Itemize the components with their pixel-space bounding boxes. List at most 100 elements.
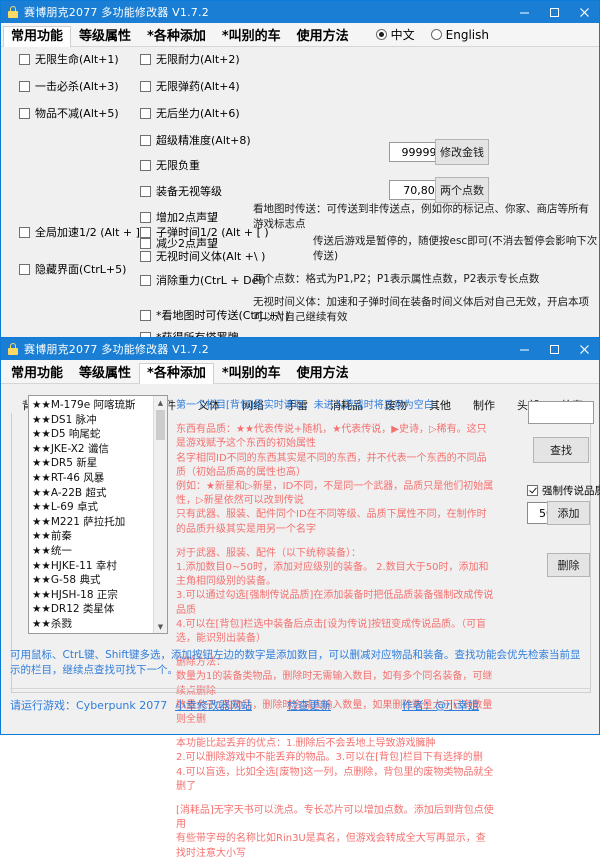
note-equipment-4: 4.可以在[背包]栏选中装备后点击[设为传说]按钮变成传说品质。（可盲选，能识别… [176, 618, 487, 645]
maximize-icon[interactable] [539, 1, 569, 23]
checkbox-one-hit-kill[interactable]: 一击必杀(Alt+3) [19, 81, 119, 93]
checkbox-icon[interactable] [140, 135, 151, 146]
search-button[interactable]: 查找 [533, 437, 589, 463]
list-scrollbar[interactable]: ▲ ▼ [153, 396, 167, 633]
modifier-website-link[interactable]: 小幸修改器网站 [175, 697, 252, 713]
radio-english-icon[interactable] [430, 29, 442, 40]
checkbox-label: 隐藏界面(CtrL+5) [35, 263, 127, 276]
list-item[interactable]: ★★L-69 卓式 [32, 500, 153, 515]
checkbox-icon[interactable] [19, 227, 30, 238]
subtab-vehicles[interactable]: 车辆 [594, 396, 600, 414]
list-item[interactable]: ★★D5 响尾蛇 [32, 427, 153, 442]
list-item[interactable]: ★★前秦 [32, 529, 153, 544]
language-option-english[interactable]: English [430, 27, 489, 42]
list-item[interactable]: ★★HJKE-11 幸村 [32, 559, 153, 574]
checkbox-icon[interactable] [140, 227, 151, 238]
checkbox-icon[interactable] [140, 54, 151, 65]
checkbox-icon[interactable] [140, 108, 151, 119]
tab-usage[interactable]: 使用方法 [289, 26, 357, 47]
checkbox-hide-ui[interactable]: 隐藏界面(CtrL+5) [19, 264, 126, 276]
checkbox-no-recoil[interactable]: 无后坐力(Alt+6) [140, 108, 240, 120]
checkbox-global-speed-half[interactable]: 全局加速1/2 (Alt + ] ) [19, 227, 148, 239]
tab-various-add[interactable]: *各种添加 [139, 363, 214, 384]
list-item[interactable]: ★★G-58 典式 [32, 573, 153, 588]
scroll-up-icon[interactable]: ▲ [154, 396, 167, 409]
list-item[interactable]: ★★DS1 脉冲 [32, 413, 153, 428]
search-input[interactable] [528, 401, 594, 424]
note-quality-3: 例如：★新星和▷新星，ID不同，不是同一个武器，品质只是他们初始属性，▷新星依然… [176, 481, 494, 507]
list-item[interactable]: ★★JKE-X2 谶信 [32, 442, 153, 457]
checkbox-icon[interactable] [19, 54, 30, 65]
checkbox-icon[interactable] [19, 108, 30, 119]
checkbox-icon[interactable] [527, 485, 538, 496]
checkbox-icon[interactable] [19, 81, 30, 92]
maximize-icon[interactable] [539, 338, 569, 360]
checkbox-unlimited-stamina[interactable]: 无限耐力(Alt+2) [140, 54, 240, 66]
list-item[interactable]: ★★统一 [32, 544, 153, 559]
minimize-icon[interactable] [509, 1, 539, 23]
checkbox-icon[interactable] [140, 186, 151, 197]
tab-call-vehicle[interactable]: *叫别的车 [214, 363, 289, 384]
checkbox-items-no-decrease[interactable]: 物品不减(Alt+5) [19, 108, 119, 120]
list-item[interactable]: ★★DR12 类星体 [32, 602, 153, 617]
checkbox-icon[interactable] [140, 238, 151, 249]
list-item[interactable]: ★★DR5 新星 [32, 456, 153, 471]
note-equipment-2: 1.添加数目0~50时，添加对应级别的装备。 2.数目大于50时，添加和主角相同… [176, 562, 489, 588]
tab-level-attributes[interactable]: 等级属性 [71, 363, 139, 384]
checkbox-label: 减少2点声望 [156, 237, 218, 250]
checkbox-reduce-two-street-cred[interactable]: 减少2点声望 [140, 238, 218, 250]
minimize-icon[interactable] [509, 338, 539, 360]
item-listbox[interactable]: ★★M-179e 阿喀琉斯 ★★DS1 脉冲 ★★D5 响尾蛇 ★★JKE-X2… [28, 395, 168, 634]
tab-common-functions[interactable]: 常用功能 [3, 363, 71, 384]
checkbox-icon[interactable] [19, 264, 30, 275]
tab-call-vehicle[interactable]: *叫别的车 [214, 26, 289, 47]
language-option-chinese[interactable]: 中文 [375, 26, 415, 43]
list-item[interactable]: ★★A-22B 超式 [32, 486, 153, 501]
note-equipment-3: 3.可以通过勾选[强制传说品质]在添加装备时把低品质装备强制改成传说品质 [176, 590, 494, 616]
checkbox-super-accuracy[interactable]: 超级精准度(Alt+8) [140, 135, 251, 147]
checkbox-icon[interactable] [140, 310, 151, 321]
checkbox-icon[interactable] [140, 212, 151, 223]
checkbox-add-two-street-cred[interactable]: 增加2点声望 [140, 212, 218, 224]
check-update-link[interactable]: 检查更新 [287, 697, 331, 713]
checkbox-remove-gravity[interactable]: 消除重力(CtrL + Del) [140, 275, 266, 287]
note-quality-2: 名字相同ID不同的东西其实是不同的东西，并不代表一个东西的不同品质（初始品质高的… [176, 452, 487, 478]
language-english-label: English [445, 27, 489, 42]
footer-bar: 请运行游戏：Cyberpunk 2077 小幸修改器网站 检查更新 作者：@小幸… [10, 697, 590, 715]
checkbox-label: 无限生命(Alt+1) [35, 53, 119, 66]
checkbox-icon[interactable] [140, 81, 151, 92]
tab-usage[interactable]: 使用方法 [289, 363, 357, 384]
radio-chinese-icon[interactable] [375, 29, 387, 40]
scroll-down-icon[interactable]: ▼ [154, 620, 167, 633]
list-item[interactable]: ★★m-10AF 莱克星顿 [32, 632, 153, 634]
delete-button[interactable]: 删除 [547, 553, 590, 577]
two-points-button[interactable]: 两个点数 [435, 177, 489, 203]
tab-level-attributes[interactable]: 等级属性 [71, 26, 139, 47]
checkbox-unlimited-ammo[interactable]: 无限弹药(Alt+4) [140, 81, 240, 93]
checkbox-ignore-time-cyberware[interactable]: 无视时间义体(Alt +\ ) [140, 251, 265, 263]
list-item[interactable]: ★★M-179e 阿喀琉斯 [32, 398, 153, 413]
list-item[interactable]: ★★HJSH-18 正宗 [32, 588, 153, 603]
checkbox-icon[interactable] [140, 251, 151, 262]
item-list[interactable]: ★★M-179e 阿喀琉斯 ★★DS1 脉冲 ★★D5 响尾蛇 ★★JKE-X2… [29, 396, 153, 633]
checkbox-label: 超级精准度(Alt+8) [156, 134, 251, 147]
checkbox-unlimited-carry-weight[interactable]: 无限负重 [140, 160, 200, 172]
instructions-text: 第一个栏目[背包]是实时读取，未进入游戏时将显示为空白 东西有品质：★★代表传说… [176, 399, 494, 861]
list-item[interactable]: ★★RT-46 风暴 [32, 471, 153, 486]
list-item[interactable]: ★★M221 萨拉托加 [32, 515, 153, 530]
scrollbar-thumb[interactable] [156, 410, 165, 440]
tab-various-add[interactable]: *各种添加 [139, 26, 214, 47]
author-link[interactable]: 作者：@小幸姐 [402, 697, 479, 713]
add-button[interactable]: 添加 [547, 501, 590, 525]
checkbox-bullet-time-half-actual[interactable]: 子弹时间1/2 (Alt + [ ) [140, 227, 269, 239]
checkbox-icon[interactable] [140, 275, 151, 286]
close-icon[interactable] [569, 1, 599, 23]
checkbox-icon[interactable] [140, 160, 151, 171]
modify-money-button[interactable]: 修改金钱 [435, 139, 489, 165]
checkbox-force-legendary[interactable]: 强制传说品质 [527, 483, 600, 498]
checkbox-equip-ignore-level[interactable]: 装备无视等级 [140, 186, 222, 198]
list-item[interactable]: ★★杀戮 [32, 617, 153, 632]
tab-common-functions[interactable]: 常用功能 [3, 26, 72, 47]
close-icon[interactable] [569, 338, 599, 360]
checkbox-unlimited-health[interactable]: 无限生命(Alt+1) [19, 54, 119, 66]
